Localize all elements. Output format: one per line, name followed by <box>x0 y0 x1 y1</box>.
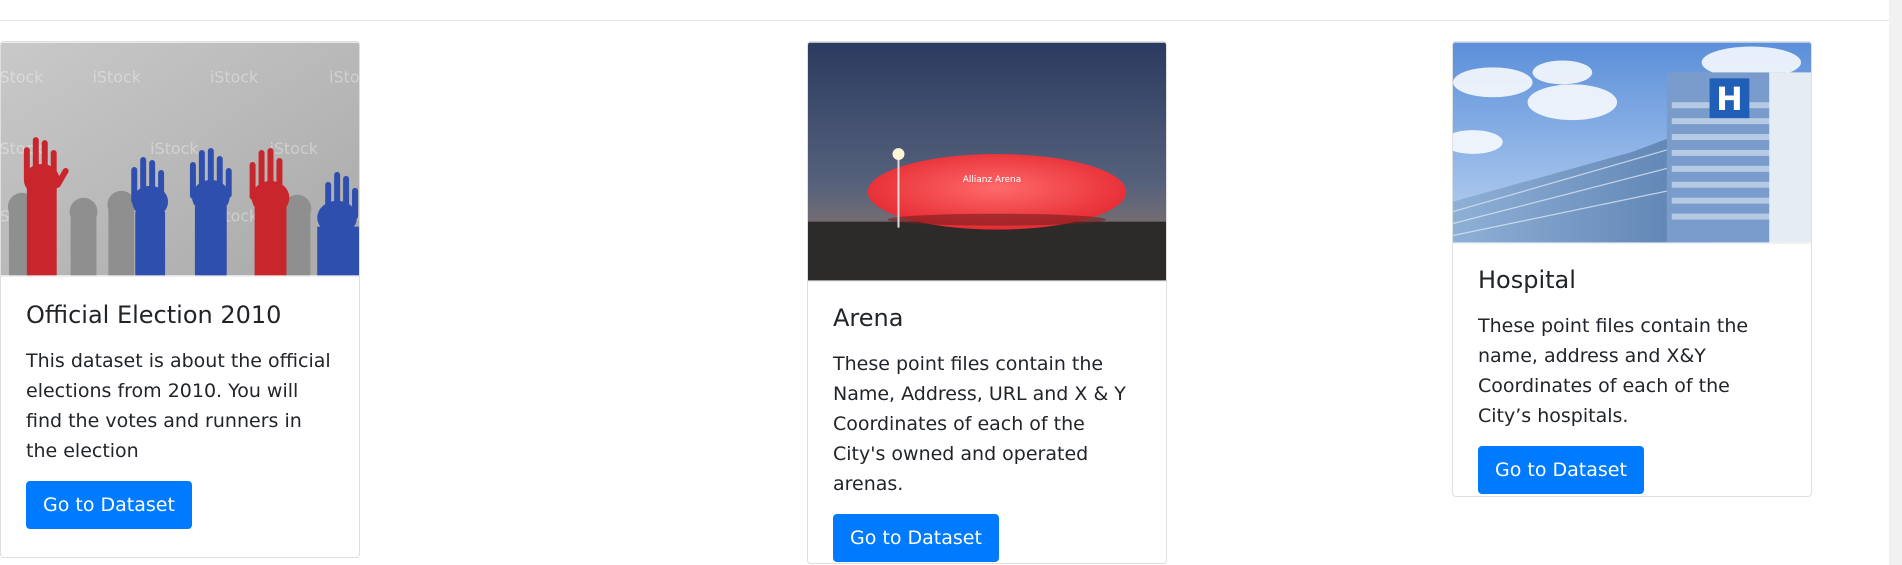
svg-text:iStock: iStock <box>270 139 319 158</box>
card-title: Hospital <box>1478 266 1576 294</box>
card-description: This dataset is about the official elect… <box>26 349 331 462</box>
election-image: iStock iStock iStock iStock iStock iStoc… <box>1 42 359 277</box>
header-divider <box>0 20 1902 21</box>
svg-text:Allianz Arena: Allianz Arena <box>963 175 1021 185</box>
dataset-card-arena: Allianz Arena Arena These point files co… <box>807 41 1167 564</box>
dataset-card-hospital: H Hospital These point files contain the… <box>1452 41 1812 497</box>
arena-image: Allianz Arena <box>808 42 1166 282</box>
go-to-dataset-button[interactable]: Go to Dataset <box>833 513 999 562</box>
card-description: These point files contain the Name, Addr… <box>833 352 1126 495</box>
svg-text:iStock: iStock <box>329 67 359 86</box>
card-title: Arena <box>833 304 904 332</box>
go-to-dataset-button[interactable]: Go to Dataset <box>26 480 192 529</box>
card-description: These point files contain the name, addr… <box>1478 314 1749 427</box>
scrollbar-track[interactable] <box>1889 0 1902 565</box>
go-to-dataset-button[interactable]: Go to Dataset <box>1478 445 1644 494</box>
svg-text:H: H <box>1716 80 1743 118</box>
dataset-card-election: iStock iStock iStock iStock iStock iStoc… <box>0 41 360 558</box>
svg-text:iStock: iStock <box>150 139 199 158</box>
svg-text:iStock: iStock <box>1 67 44 86</box>
card-title: Official Election 2010 <box>26 301 282 329</box>
hospital-image: H <box>1453 42 1811 244</box>
svg-text:iStock: iStock <box>92 67 141 86</box>
svg-text:iStock: iStock <box>210 67 259 86</box>
